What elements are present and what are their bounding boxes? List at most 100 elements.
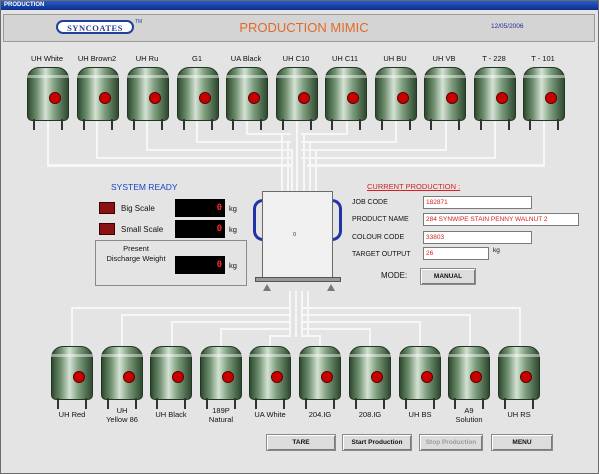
job-code-field[interactable]: 182871	[423, 196, 532, 209]
valve-indicator	[123, 371, 135, 383]
stop-production-button[interactable]: Stop Production	[419, 434, 483, 451]
tank-label: T - 228	[482, 54, 506, 63]
discharge-weight-box: Present Discharge Weight 0 kg	[95, 240, 247, 286]
valve-indicator	[397, 92, 409, 104]
valve-indicator	[545, 92, 557, 104]
small-scale-indicator	[99, 223, 115, 235]
production-window: PRODUCTION SYNCOATES TM PRODUCTION MIMIC…	[0, 0, 599, 474]
tank-top-7[interactable]	[325, 67, 367, 131]
tank-label: UH RS	[507, 410, 531, 419]
tank-label: UA White	[254, 410, 286, 419]
discharge-weight-unit: kg	[229, 261, 237, 270]
tank-top-8[interactable]	[375, 67, 417, 131]
tank-bottom-4[interactable]	[200, 346, 242, 410]
window-titlebar: PRODUCTION	[1, 1, 598, 10]
big-scale-label: Big Scale	[121, 204, 155, 213]
valve-indicator	[271, 371, 283, 383]
product-name-field[interactable]: 284 SYNWIPE STAIN PENNY WALNUT 2	[423, 213, 579, 226]
system-status: SYSTEM READY	[111, 182, 178, 192]
valve-indicator	[199, 92, 211, 104]
tank-top-5[interactable]	[226, 67, 268, 131]
tank-top-3[interactable]	[127, 67, 169, 131]
valve-indicator	[520, 371, 532, 383]
support-icon	[263, 284, 271, 291]
hopper-platform	[255, 277, 341, 282]
tank-top-10[interactable]	[474, 67, 516, 131]
tank-bottom-6[interactable]	[299, 346, 341, 410]
tank-label: UH White	[30, 54, 64, 63]
tank-label: UH Black	[155, 410, 187, 419]
tank-label: 208.IG	[358, 410, 382, 419]
tank-label: T - 101	[531, 54, 555, 63]
valve-indicator	[446, 92, 458, 104]
valve-indicator	[73, 371, 85, 383]
tank-label: UH VB	[432, 54, 456, 63]
tank-label: A9 Solution	[455, 406, 483, 424]
tank-top-6[interactable]	[276, 67, 318, 131]
valve-indicator	[222, 371, 234, 383]
valve-indicator	[347, 92, 359, 104]
small-scale-display: 0	[175, 220, 225, 238]
small-scale-row: Small Scale 0 kg	[99, 220, 249, 238]
tank-bottom-1[interactable]	[51, 346, 93, 410]
hopper-value: 0	[293, 232, 297, 238]
tank-label: UH C10	[282, 54, 310, 63]
tank-bottom-7[interactable]	[349, 346, 391, 410]
target-output-label: TARGET OUTPUT	[352, 251, 411, 258]
current-production-title: CURRENT PRODUCTION :	[367, 182, 461, 191]
tank-bottom-10[interactable]	[498, 346, 540, 410]
valve-indicator	[149, 92, 161, 104]
valve-indicator	[321, 371, 333, 383]
tank-top-11[interactable]	[523, 67, 565, 131]
big-scale-display: 0	[175, 199, 225, 217]
hopper-clamp-right	[332, 199, 342, 241]
start-production-button[interactable]: Start Production	[342, 434, 412, 451]
valve-indicator	[172, 371, 184, 383]
tank-bottom-2[interactable]	[101, 346, 143, 410]
trademark-mark: TM	[135, 19, 143, 25]
tank-label: UH C11	[331, 54, 359, 63]
target-output-field[interactable]: 26	[423, 247, 489, 260]
tank-label: UH BU	[383, 54, 407, 63]
tank-bottom-9[interactable]	[448, 346, 490, 410]
page-title: PRODUCTION MIMIC	[239, 20, 369, 35]
valve-indicator	[421, 371, 433, 383]
target-output-unit: kg	[493, 247, 500, 254]
tank-label: 204.IG	[308, 410, 332, 419]
discharge-weight-label: Present Discharge Weight	[106, 244, 166, 263]
tank-label: UH BS	[408, 410, 432, 419]
mode-label: MODE:	[381, 271, 408, 280]
header-bar: SYNCOATES TM PRODUCTION MIMIC 12/05/2006	[3, 14, 595, 42]
tank-bottom-8[interactable]	[399, 346, 441, 410]
big-scale-indicator	[99, 202, 115, 214]
tank-top-1[interactable]	[27, 67, 69, 131]
colour-code-label: COLOUR CODE	[352, 234, 405, 241]
manual-mode-button[interactable]: MANUAL	[420, 268, 476, 285]
tank-label: UH Ru	[135, 54, 159, 63]
small-scale-label: Small Scale	[121, 225, 164, 234]
big-scale-unit: kg	[229, 204, 237, 213]
tank-bottom-3[interactable]	[150, 346, 192, 410]
syncoates-logo: SYNCOATES	[56, 20, 134, 34]
tank-bottom-5[interactable]	[249, 346, 291, 410]
tank-label: UA Black	[230, 54, 262, 63]
menu-button[interactable]: MENU	[491, 434, 553, 451]
tank-label: UH Brown2	[77, 54, 117, 63]
support-icon	[327, 284, 335, 291]
tank-top-4[interactable]	[177, 67, 219, 131]
valve-indicator	[496, 92, 508, 104]
valve-indicator	[371, 371, 383, 383]
product-name-label: PRODUCT NAME	[352, 216, 409, 223]
valve-indicator	[49, 92, 61, 104]
tank-label: G1	[191, 54, 202, 63]
tank-top-2[interactable]	[77, 67, 119, 131]
tank-label: 189P Natural	[208, 406, 234, 424]
tare-button[interactable]: TARE	[266, 434, 336, 451]
valve-indicator	[470, 371, 482, 383]
valve-indicator	[99, 92, 111, 104]
tank-top-9[interactable]	[424, 67, 466, 131]
small-scale-unit: kg	[229, 225, 237, 234]
discharge-weight-display: 0	[175, 256, 225, 274]
colour-code-field[interactable]: 33803	[423, 231, 532, 244]
big-scale-row: Big Scale 0 kg	[99, 199, 249, 217]
